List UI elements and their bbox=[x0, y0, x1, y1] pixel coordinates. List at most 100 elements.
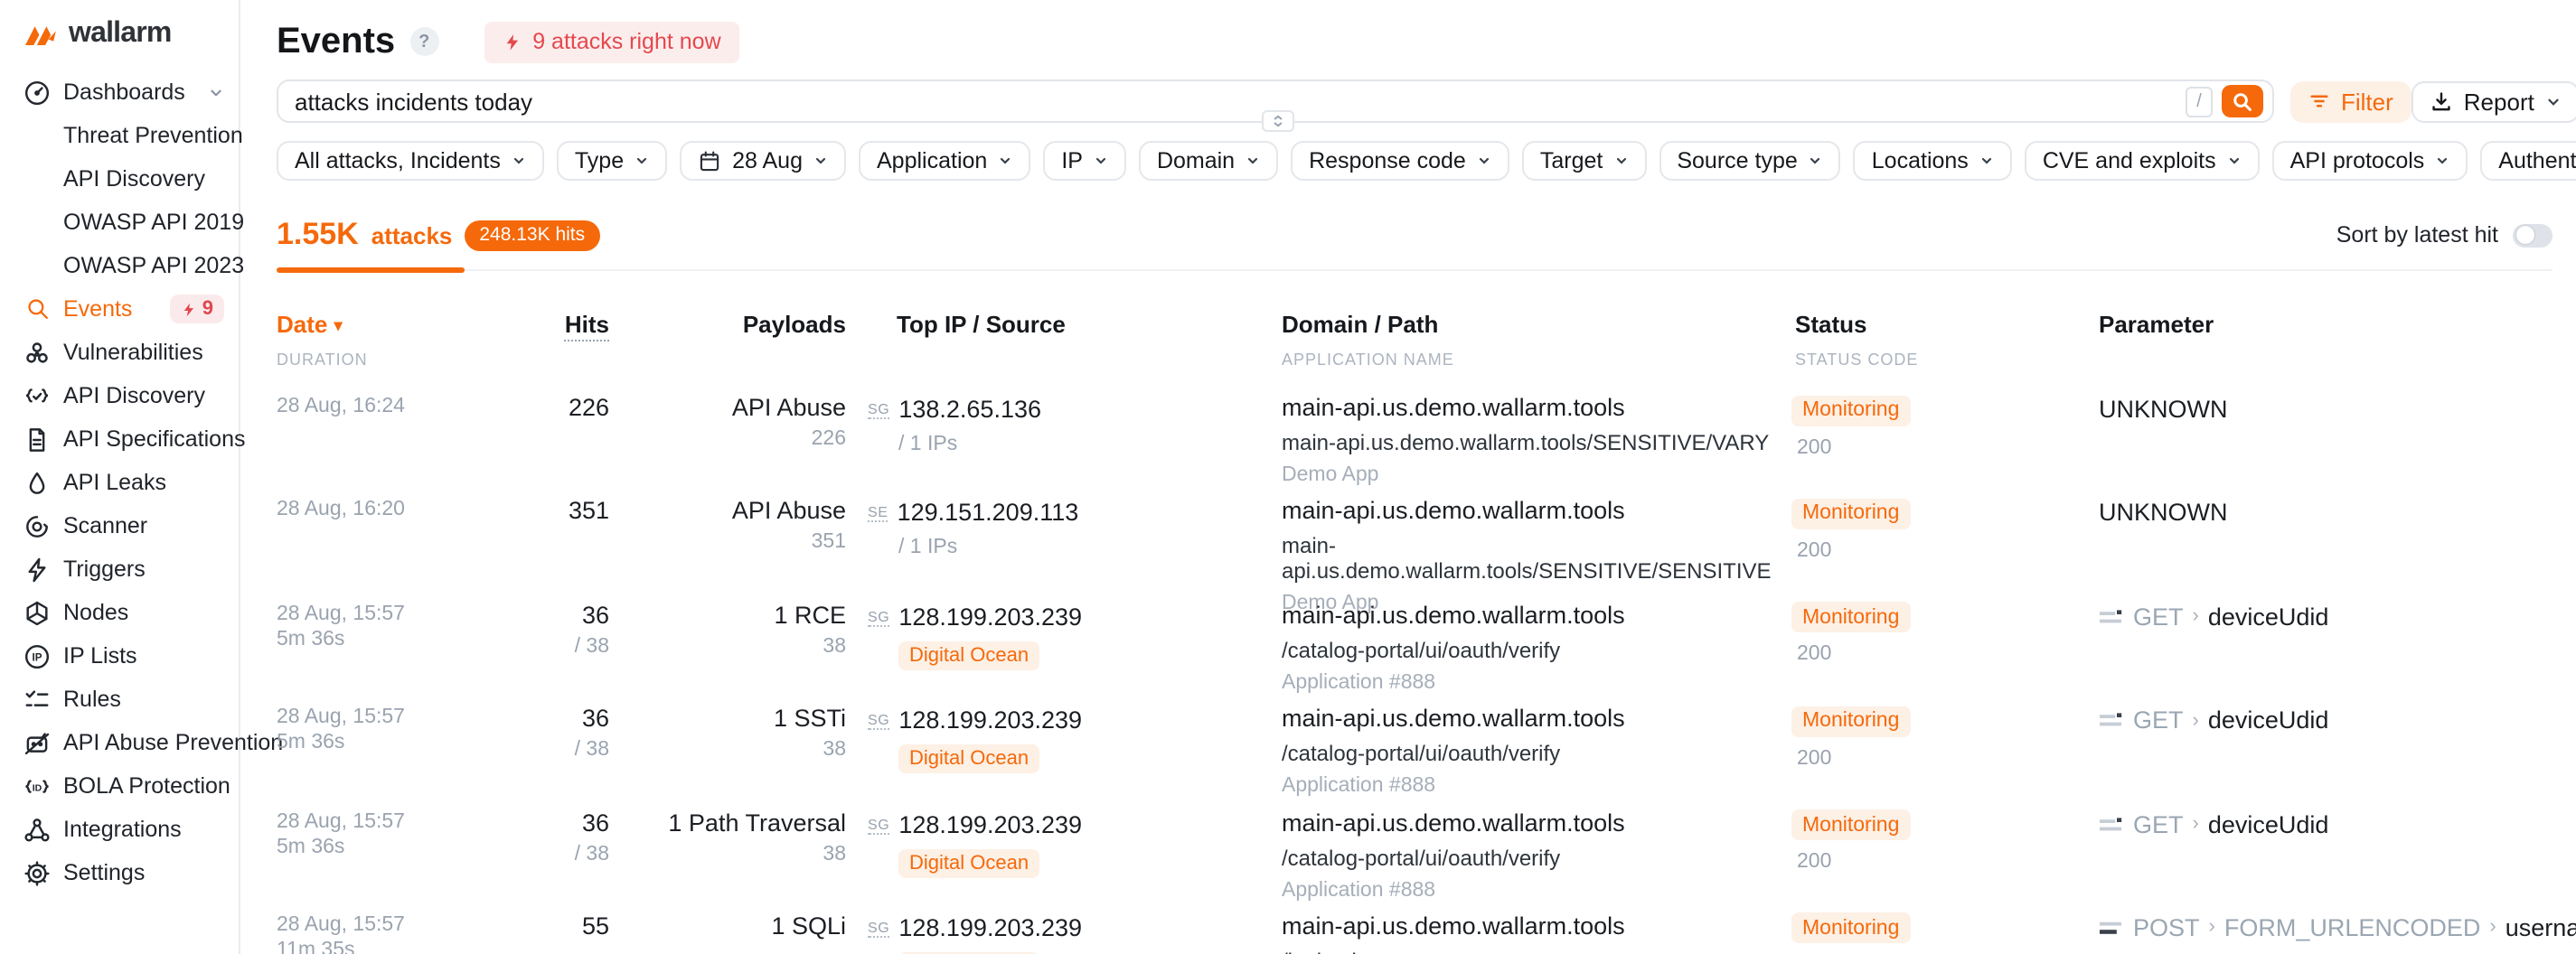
breadcrumb-separator: › bbox=[2209, 917, 2215, 939]
filter-chip-all-attacks-incidents[interactable]: All attacks, Incidents bbox=[277, 141, 544, 181]
filter-chip-response-code[interactable]: Response code bbox=[1291, 141, 1509, 181]
sort-toggle[interactable] bbox=[2513, 223, 2552, 247]
source-ip[interactable]: 128.199.203.239 bbox=[898, 706, 1082, 734]
sidebar-item-events[interactable]: Events 9 bbox=[0, 287, 239, 331]
wallarm-logo-icon bbox=[24, 21, 60, 48]
cell-payloads: API Abuse 351 bbox=[609, 496, 846, 554]
sidebar-item-api-specifications[interactable]: API Specifications bbox=[0, 417, 239, 461]
application-name: Application #888 bbox=[1282, 775, 1791, 797]
event-row[interactable]: 28 Aug, 16:20 351 API Abuse 351 SE129.15… bbox=[277, 496, 2552, 600]
filter-chip-type[interactable]: Type bbox=[557, 141, 667, 181]
main-content: Events ? 9 attacks right now / bbox=[240, 0, 2576, 954]
parameter-segment: GET bbox=[2133, 603, 2184, 631]
sidebar-item-api-discovery[interactable]: API Discovery bbox=[0, 374, 239, 417]
filter-chip-source-type[interactable]: Source type bbox=[1659, 141, 1840, 181]
attacks-right-now-badge[interactable]: 9 attacks right now bbox=[484, 21, 738, 62]
event-domain[interactable]: main-api.us.demo.wallarm.tools bbox=[1282, 394, 1791, 421]
sidebar-item-triggers[interactable]: Triggers bbox=[0, 547, 239, 591]
filter-chip-label: Source type bbox=[1677, 148, 1797, 173]
filter-chip-authentication[interactable]: Authentication bbox=[2480, 141, 2576, 181]
source-ip[interactable]: 128.199.203.239 bbox=[898, 914, 1082, 941]
cell-date: 28 Aug, 15:57 5m 36s bbox=[277, 807, 530, 859]
events-count: 9 bbox=[202, 298, 213, 320]
source-ip[interactable]: 129.151.209.113 bbox=[898, 500, 1079, 527]
filter-chip-28-aug[interactable]: 28 Aug bbox=[680, 141, 846, 181]
cell-status: Monitoring 200 bbox=[1791, 600, 2099, 666]
search-button[interactable] bbox=[2222, 85, 2263, 117]
source-provider-tag: Digital Ocean bbox=[898, 744, 1039, 773]
wallarm-logo[interactable]: wallarm bbox=[0, 14, 239, 54]
query-params-icon bbox=[2099, 710, 2122, 730]
filter-chip-locations[interactable]: Locations bbox=[1854, 141, 2012, 181]
filter-chip-target[interactable]: Target bbox=[1522, 141, 1647, 181]
brand-name: wallarm bbox=[69, 18, 172, 51]
sidebar-item-api-leaks[interactable]: API Leaks bbox=[0, 461, 239, 504]
sidebar-item-owasp-api-2019[interactable]: OWASP API 2019 bbox=[0, 201, 239, 244]
filter-chips: All attacks, Incidents Type 28 Aug Appli… bbox=[277, 141, 2552, 181]
source-ip[interactable]: 128.199.203.239 bbox=[898, 810, 1082, 837]
event-domain[interactable]: main-api.us.demo.wallarm.tools bbox=[1282, 602, 1791, 629]
event-domain[interactable]: main-api.us.demo.wallarm.tools bbox=[1282, 912, 1791, 940]
filter-chip-application[interactable]: Application bbox=[859, 141, 1030, 181]
sidebar-item-vulnerabilities[interactable]: Vulnerabilities bbox=[0, 331, 239, 374]
event-row[interactable]: 28 Aug, 15:57 5m 36s 36 / 38 1 SSTi 38 S… bbox=[277, 703, 2552, 807]
column-date[interactable]: Date ▾ DURATION bbox=[277, 309, 530, 369]
column-source: Top IP / Source bbox=[846, 309, 1282, 369]
event-row[interactable]: 28 Aug, 16:24 226 API Abuse 226 SG138.2.… bbox=[277, 392, 2552, 496]
report-button[interactable]: Report bbox=[2411, 80, 2576, 122]
filter-chip-label: IP bbox=[1061, 148, 1083, 173]
event-date: 28 Aug, 15:57 bbox=[277, 810, 530, 834]
query-params-icon bbox=[2099, 814, 2122, 834]
sidebar-item-rules[interactable]: Rules bbox=[0, 678, 239, 721]
search-collapse-handle[interactable] bbox=[1261, 110, 1293, 132]
payload-count: 38 bbox=[609, 739, 846, 761]
event-domain[interactable]: main-api.us.demo.wallarm.tools bbox=[1282, 705, 1791, 732]
sidebar-item-api-abuse-prevention[interactable]: API Abuse Prevention bbox=[0, 721, 239, 764]
parameter-value: UNKNOWN bbox=[2099, 396, 2228, 423]
filter-chip-domain[interactable]: Domain bbox=[1139, 141, 1278, 181]
sidebar-item-integrations[interactable]: Integrations bbox=[0, 808, 239, 851]
source-ip[interactable]: 128.199.203.239 bbox=[898, 603, 1082, 631]
event-row[interactable]: 28 Aug, 15:57 5m 36s 36 / 38 1 Path Trav… bbox=[277, 807, 2552, 911]
sidebar-item-dashboards[interactable]: Dashboards bbox=[0, 70, 239, 114]
cell-hits: 226 bbox=[530, 392, 609, 421]
event-row[interactable]: 28 Aug, 15:57 5m 36s 36 / 38 1 RCE 38 SG… bbox=[277, 600, 2552, 704]
integrations-icon bbox=[24, 816, 51, 843]
country-flag: SG bbox=[868, 920, 889, 938]
sidebar-item-ip-lists[interactable]: IP IP Lists bbox=[0, 634, 239, 678]
results-summary-bar: 1.55K attacks 248.13K hits Sort by lates… bbox=[277, 217, 2552, 271]
sidebar-item-owasp-api-2023[interactable]: OWASP API 2023 bbox=[0, 244, 239, 287]
payload-type: 1 SQLi bbox=[609, 912, 846, 940]
sidebar-item-api-discovery-dashboard[interactable]: API Discovery bbox=[0, 157, 239, 201]
sidebar-item-label: BOLA Protection bbox=[63, 773, 230, 799]
source-ip[interactable]: 138.2.65.136 bbox=[898, 396, 1041, 423]
sidebar-item-settings[interactable]: Settings bbox=[0, 851, 239, 894]
filter-icon bbox=[2308, 90, 2330, 112]
sidebar-item-bola-protection[interactable]: ID BOLA Protection bbox=[0, 764, 239, 808]
event-domain[interactable]: main-api.us.demo.wallarm.tools bbox=[1282, 809, 1791, 836]
help-icon[interactable]: ? bbox=[409, 27, 438, 56]
filter-chip-label: All attacks, Incidents bbox=[295, 148, 501, 173]
sidebar-item-scanner[interactable]: Scanner bbox=[0, 504, 239, 547]
filter-chip-api-protocols[interactable]: API protocols bbox=[2272, 141, 2468, 181]
events-table-body: 28 Aug, 16:24 226 API Abuse 226 SG138.2.… bbox=[277, 392, 2552, 954]
hits-value: 226 bbox=[530, 394, 609, 421]
event-duration: 5m 36s bbox=[277, 629, 530, 652]
filter-chip-ip[interactable]: IP bbox=[1043, 141, 1126, 181]
search-input[interactable] bbox=[295, 88, 2186, 115]
payload-type: 1 SSTi bbox=[609, 705, 846, 732]
chevron-down-icon bbox=[2435, 154, 2449, 168]
cell-domain: main-api.us.demo.wallarm.tools /login.ph… bbox=[1282, 911, 1791, 954]
filter-button[interactable]: Filter bbox=[2290, 80, 2411, 122]
sidebar-item-label: Dashboards bbox=[63, 80, 185, 105]
cell-date: 28 Aug, 15:57 11m 35s bbox=[277, 911, 530, 954]
sidebar-item-nodes[interactable]: Nodes bbox=[0, 591, 239, 634]
tab-attacks[interactable]: 1.55K attacks 248.13K hits bbox=[277, 217, 599, 253]
event-domain[interactable]: main-api.us.demo.wallarm.tools bbox=[1282, 498, 1791, 525]
event-row[interactable]: 28 Aug, 15:57 11m 35s 55 1 SQLi SG128.19… bbox=[277, 911, 2552, 954]
sidebar-item-threat-prevention[interactable]: Threat Prevention bbox=[0, 114, 239, 157]
column-hits[interactable]: Hits bbox=[530, 309, 609, 369]
chevron-down-icon bbox=[1477, 154, 1491, 168]
sidebar-item-label: Vulnerabilities bbox=[63, 340, 203, 365]
filter-chip-cve-and-exploits[interactable]: CVE and exploits bbox=[2025, 141, 2260, 181]
